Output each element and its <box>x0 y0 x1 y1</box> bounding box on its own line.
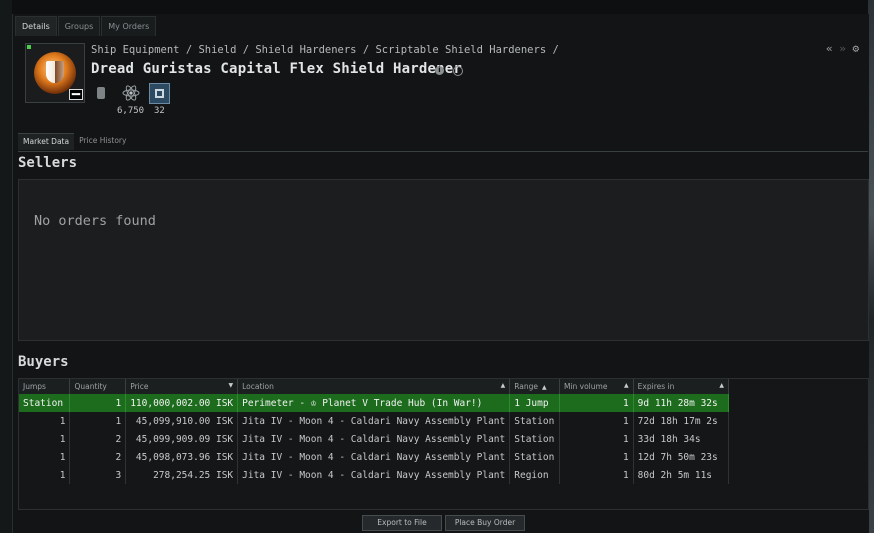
column-jumps[interactable]: Jumps <box>19 379 71 394</box>
cell-jumps: Station <box>19 394 71 412</box>
tab-my-orders[interactable]: My Orders <box>101 16 157 36</box>
buyers-panel: Jumps Quantity Price ▼ Location ▲ Range ▲ M… <box>18 378 869 510</box>
tab-price-history[interactable]: Price History <box>74 133 131 149</box>
forward-icon[interactable]: » <box>839 42 846 55</box>
buyers-heading: Buyers <box>18 354 69 370</box>
cell-price: 45,099,910.00 ISK <box>125 412 239 430</box>
column-expires[interactable]: Expires in ▲ <box>633 379 730 394</box>
cell-range: 1 Jump <box>509 394 560 412</box>
cell-expires: 12d 7h 50m 23s <box>633 448 730 466</box>
cell-min-volume: 1 <box>559 448 634 466</box>
item-title: Dread Guristas Capital Flex Shield Harde… <box>91 61 463 77</box>
meta-level-badge: ▬▬ <box>69 89 83 100</box>
column-quantity[interactable]: Quantity <box>69 379 127 394</box>
place-buy-order-button[interactable]: Place Buy Order <box>445 515 525 531</box>
sort-asc-icon: ▲ <box>542 384 547 391</box>
export-to-file-button[interactable]: Export to File <box>362 515 442 531</box>
cell-jumps: 1 <box>19 430 71 448</box>
volume-icon <box>97 87 105 99</box>
cell-expires: 72d 18h 17m 2s <box>633 412 730 430</box>
cell-range: Station <box>509 448 560 466</box>
cell-min-volume: 1 <box>559 430 634 448</box>
collapse-icon[interactable]: « <box>826 42 833 55</box>
table-row[interactable]: Station 1 110,000,002.00 ISK Perimeter -… <box>19 394 730 412</box>
cell-location[interactable]: Jita IV - Moon 4 - Caldari Navy Assembly… <box>237 412 511 430</box>
sort-desc-icon: ▼ <box>228 382 234 389</box>
cell-price: 45,099,909.09 ISK <box>125 430 239 448</box>
buyers-table: Jumps Quantity Price ▼ Location ▲ Range ▲ M… <box>19 379 730 484</box>
item-icon[interactable]: ▬▬ <box>25 43 85 103</box>
cell-expires: 9d 11h 28m 32s <box>633 394 730 412</box>
cell-price: 278,254.25 ISK <box>125 466 239 484</box>
cpu-value: 6,750 <box>117 106 145 116</box>
sort-asc-icon: ▲ <box>719 382 724 389</box>
tab-groups[interactable]: Groups <box>57 16 101 36</box>
cell-quantity: 2 <box>69 448 127 466</box>
cell-quantity: 2 <box>69 430 127 448</box>
column-price[interactable]: Price ▼ <box>125 379 239 394</box>
table-row[interactable]: 1 3 278,254.25 ISK Jita IV - Moon 4 - Ca… <box>19 466 730 484</box>
table-header: Jumps Quantity Price ▼ Location ▲ Range ▲ M… <box>19 379 730 394</box>
cell-quantity: 1 <box>69 412 127 430</box>
cell-jumps: 1 <box>19 466 71 484</box>
market-subtabs: Market Data Price History <box>18 133 131 150</box>
column-range[interactable]: Range ▲ <box>509 379 560 394</box>
powergrid-value: 32 <box>154 106 165 116</box>
table-row[interactable]: 1 1 45,099,910.00 ISK Jita IV - Moon 4 -… <box>19 412 730 430</box>
empty-state-text: No orders found <box>34 213 156 229</box>
cell-price: 45,098,073.96 ISK <box>125 448 239 466</box>
breadcrumb[interactable]: Ship Equipment / Shield / Shield Hardene… <box>91 44 559 56</box>
powergrid-chip-icon <box>149 83 170 104</box>
table-row[interactable]: 1 2 45,099,909.09 ISK Jita IV - Moon 4 -… <box>19 430 730 448</box>
cell-location[interactable]: Jita IV - Moon 4 - Caldari Navy Assembly… <box>237 466 511 484</box>
shield-hardener-icon <box>34 52 76 94</box>
cell-min-volume: 1 <box>559 466 634 484</box>
background-left <box>0 0 12 533</box>
column-location[interactable]: Location ▲ <box>237 379 511 394</box>
cpu-atom-icon <box>122 85 140 101</box>
column-min-volume[interactable]: Min volume ▲ <box>559 379 634 394</box>
cell-location[interactable]: Jita IV - Moon 4 - Caldari Navy Assembly… <box>237 430 511 448</box>
cell-min-volume: 1 <box>559 412 634 430</box>
window-controls: « » ⚙ <box>826 42 859 55</box>
locate-icon[interactable] <box>453 66 463 76</box>
gear-icon[interactable]: ⚙ <box>853 42 860 55</box>
cell-jumps: 1 <box>19 448 71 466</box>
cell-location[interactable]: Perimeter - ♔ Planet V Trade Hub (In War… <box>237 394 511 412</box>
cell-range: Station <box>509 430 560 448</box>
cell-quantity: 3 <box>69 466 127 484</box>
cell-range: Station <box>509 412 560 430</box>
cell-min-volume: 1 <box>559 394 634 412</box>
cell-expires: 33d 18h 34s <box>633 430 730 448</box>
cell-range: Region <box>509 466 560 484</box>
tab-market-data[interactable]: Market Data <box>18 133 75 150</box>
sellers-heading: Sellers <box>18 155 78 171</box>
cell-quantity: 1 <box>69 394 127 412</box>
table-row[interactable]: 1 2 45,098,073.96 ISK Jita IV - Moon 4 -… <box>19 448 730 466</box>
meta-dot-icon <box>27 45 31 49</box>
sort-asc-icon: ▲ <box>624 382 629 389</box>
cell-jumps: 1 <box>19 412 71 430</box>
divider <box>18 151 868 152</box>
cell-location[interactable]: Jita IV - Moon 4 - Caldari Navy Assembly… <box>237 448 511 466</box>
info-icon[interactable]: i <box>435 66 444 75</box>
cell-expires: 80d 2h 5m 11s <box>633 466 730 484</box>
tab-details[interactable]: Details <box>15 16 57 36</box>
sort-asc-icon: ▲ <box>500 382 506 389</box>
main-tabs: Details Groups My Orders <box>15 16 157 36</box>
sellers-panel: No orders found <box>18 179 869 341</box>
cell-price: 110,000,002.00 ISK <box>125 394 239 412</box>
